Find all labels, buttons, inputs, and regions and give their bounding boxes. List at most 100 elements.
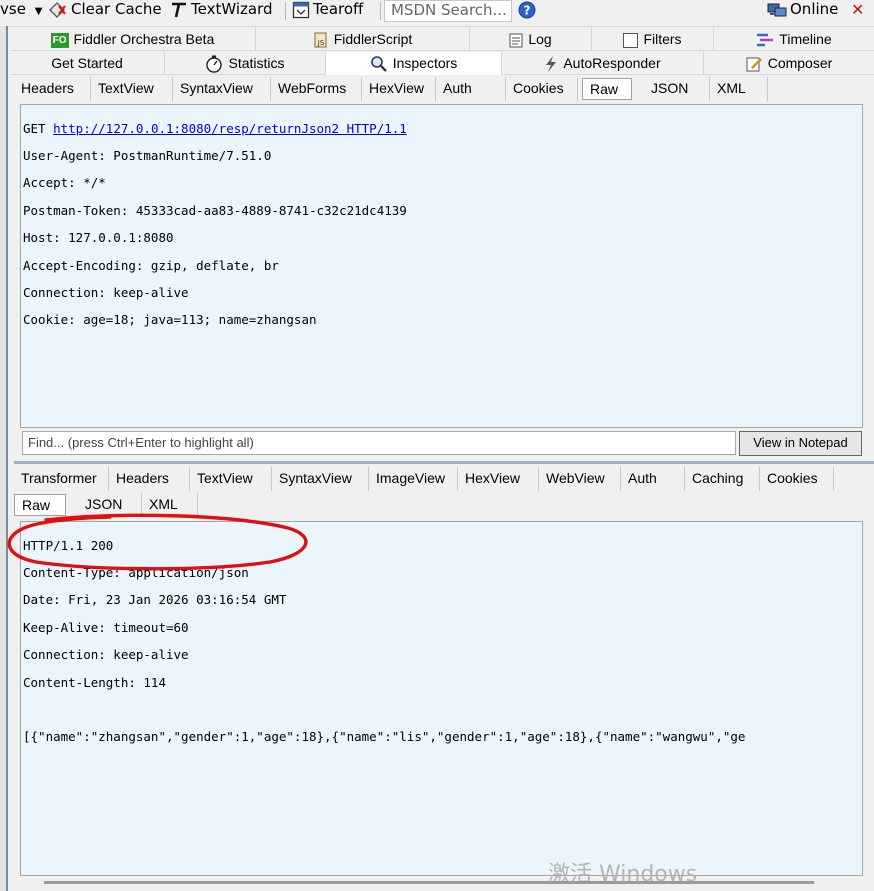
response-tab-cookies[interactable]: Cookies bbox=[760, 467, 834, 491]
tab-statistics[interactable]: Statistics bbox=[165, 52, 326, 75]
find-input[interactable]: Find... (press Ctrl+Enter to highlight a… bbox=[22, 431, 736, 455]
tab-label: Filters bbox=[643, 31, 682, 47]
network-icon bbox=[767, 3, 787, 16]
textwizard-button[interactable]: TextWizard bbox=[170, 0, 273, 22]
request-tab-auth[interactable]: Auth bbox=[436, 77, 506, 101]
left-splitter[interactable] bbox=[0, 26, 8, 891]
response-tab-textview[interactable]: TextView bbox=[190, 467, 272, 491]
response-tab-headers[interactable]: Headers bbox=[109, 467, 190, 491]
request-tab-raw[interactable]: Raw bbox=[582, 78, 632, 100]
response-tab-transformer[interactable]: Transformer bbox=[14, 467, 109, 491]
horizontal-splitter[interactable] bbox=[14, 461, 874, 464]
response-tab-label: TextView bbox=[197, 470, 253, 486]
tab-label: Fiddler Orchestra Beta bbox=[73, 31, 215, 47]
request-url-link[interactable]: http://127.0.0.1:8080/resp/returnJson2 H… bbox=[53, 121, 407, 136]
request-line: GET http://127.0.0.1:8080/resp/returnJso… bbox=[23, 121, 860, 136]
request-tab-label: Raw bbox=[590, 81, 619, 97]
request-tab-syntaxview[interactable]: SyntaxView bbox=[173, 77, 271, 101]
red-annotation-circle bbox=[7, 513, 308, 571]
log-icon bbox=[509, 33, 523, 48]
tab-row-1: FO Fiddler Orchestra Beta JS FiddlerScript… bbox=[10, 28, 874, 52]
online-status-button[interactable]: Online bbox=[767, 0, 838, 22]
response-tab-hexview[interactable]: HexView bbox=[458, 467, 539, 491]
clear-cache-button[interactable]: Clear Cache bbox=[48, 0, 162, 22]
tab-timeline[interactable]: Timeline bbox=[714, 28, 874, 51]
tab-log[interactable]: Log bbox=[470, 28, 592, 51]
toolbar-separator bbox=[380, 2, 381, 20]
request-tab-label: XML bbox=[717, 80, 746, 96]
response-tab-label: ImageView bbox=[376, 470, 446, 486]
tearoff-button[interactable]: Tearoff bbox=[292, 0, 363, 22]
toolbar-partial-label[interactable]: vse ▼ bbox=[0, 0, 42, 22]
request-tab-label: JSON bbox=[651, 80, 689, 96]
request-raw-text[interactable]: GET http://127.0.0.1:8080/resp/returnJso… bbox=[20, 104, 863, 428]
response-tab-label: Transformer bbox=[21, 470, 97, 486]
clear-cache-label: Clear Cache bbox=[71, 0, 162, 18]
tab-row-2: Get Started Statistics Inspectors AutoRe… bbox=[10, 52, 874, 76]
online-label: Online bbox=[790, 0, 839, 18]
response-tab-webview[interactable]: WebView bbox=[539, 467, 621, 491]
request-tab-webforms[interactable]: WebForms bbox=[271, 77, 362, 101]
request-tab-json[interactable]: JSON bbox=[644, 77, 710, 101]
tab-label: Timeline bbox=[779, 31, 832, 47]
response-tab-auth[interactable]: Auth bbox=[621, 467, 685, 491]
request-header-line: Host: 127.0.0.1:8080 bbox=[23, 230, 174, 246]
request-tab-label: Cookies bbox=[513, 80, 564, 96]
clear-cache-icon bbox=[49, 1, 66, 18]
textwizard-label: TextWizard bbox=[191, 0, 273, 18]
dropdown-arrow-icon[interactable]: ▼ bbox=[35, 6, 43, 17]
svg-text:JS: JS bbox=[316, 39, 324, 47]
request-tab-xml[interactable]: XML bbox=[710, 77, 768, 101]
horizontal-scrollbar[interactable] bbox=[44, 881, 814, 884]
tab-filters[interactable]: Filters bbox=[592, 28, 714, 51]
tab-inspectors[interactable]: Inspectors bbox=[326, 52, 502, 75]
response-header-line: Connection: keep-alive bbox=[23, 647, 189, 663]
response-tab-label: WebView bbox=[546, 470, 605, 486]
response-header-line: Content-Length: 114 bbox=[23, 674, 166, 690]
response-tab-label: Cookies bbox=[767, 470, 818, 486]
response-header-line: Keep-Alive: timeout=60 bbox=[23, 619, 189, 635]
tab-autoresponder[interactable]: AutoResponder bbox=[502, 52, 704, 75]
response-blank-line bbox=[23, 703, 860, 717]
msdn-search-placeholder: MSDN Search... bbox=[391, 1, 507, 19]
help-icon[interactable]: ? bbox=[518, 1, 536, 19]
close-icon[interactable]: ✕ bbox=[851, 0, 864, 22]
fo-icon: FO bbox=[50, 32, 69, 48]
request-tab-label: SyntaxView bbox=[180, 80, 253, 96]
tab-get-started[interactable]: Get Started bbox=[10, 52, 165, 75]
response-tab-label: Caching bbox=[692, 470, 744, 486]
request-tab-hexview[interactable]: HexView bbox=[362, 77, 436, 101]
find-placeholder: Find... (press Ctrl+Enter to highlight a… bbox=[28, 435, 254, 450]
response-inspector-tabs: Transformer Headers TextView SyntaxView … bbox=[14, 467, 874, 491]
response-body: [{"name":"zhangsan","gender":1,"age":18}… bbox=[23, 729, 746, 745]
request-header-line: Accept-Encoding: gzip, deflate, br bbox=[23, 257, 279, 273]
response-header-line: Date: Fri, 23 Jan 2026 03:16:54 GMT bbox=[23, 592, 287, 608]
tab-label: Log bbox=[528, 31, 552, 47]
tab-fiddler-orchestra[interactable]: FO Fiddler Orchestra Beta bbox=[10, 28, 256, 51]
request-tab-label: TextView bbox=[98, 80, 154, 96]
request-tab-label: HexView bbox=[369, 80, 424, 96]
stopwatch-icon bbox=[206, 55, 223, 73]
msdn-search-input[interactable]: MSDN Search... bbox=[384, 0, 512, 22]
tab-fiddlerscript[interactable]: JS FiddlerScript bbox=[256, 28, 470, 51]
response-tab-label: HexView bbox=[465, 470, 520, 486]
response-tab-imageview[interactable]: ImageView bbox=[369, 467, 458, 491]
request-header-line: Cookie: age=18; java=113; name=zhangsan bbox=[23, 312, 317, 328]
response-tab-label: Auth bbox=[628, 470, 657, 486]
request-header-line: User-Agent: PostmanRuntime/7.51.0 bbox=[23, 148, 272, 164]
textwizard-icon bbox=[172, 2, 186, 17]
request-header-line: Postman-Token: 45333cad-aa83-4889-8741-c… bbox=[23, 202, 407, 218]
view-in-notepad-button[interactable]: View in Notepad bbox=[739, 431, 862, 456]
request-tab-textview[interactable]: TextView bbox=[91, 77, 173, 101]
response-tab-syntaxview[interactable]: SyntaxView bbox=[272, 467, 369, 491]
tab-label: FiddlerScript bbox=[333, 31, 413, 47]
script-icon: JS bbox=[314, 32, 327, 48]
request-header-line: Accept: */* bbox=[23, 175, 106, 191]
request-tab-label: Auth bbox=[443, 80, 472, 96]
tab-composer[interactable]: Composer bbox=[704, 52, 874, 75]
lightning-icon bbox=[546, 56, 557, 73]
request-tab-cookies[interactable]: Cookies bbox=[506, 77, 578, 101]
request-tab-headers[interactable]: Headers bbox=[14, 77, 91, 101]
tab-label: Statistics bbox=[228, 55, 285, 71]
response-tab-caching[interactable]: Caching bbox=[685, 467, 760, 491]
